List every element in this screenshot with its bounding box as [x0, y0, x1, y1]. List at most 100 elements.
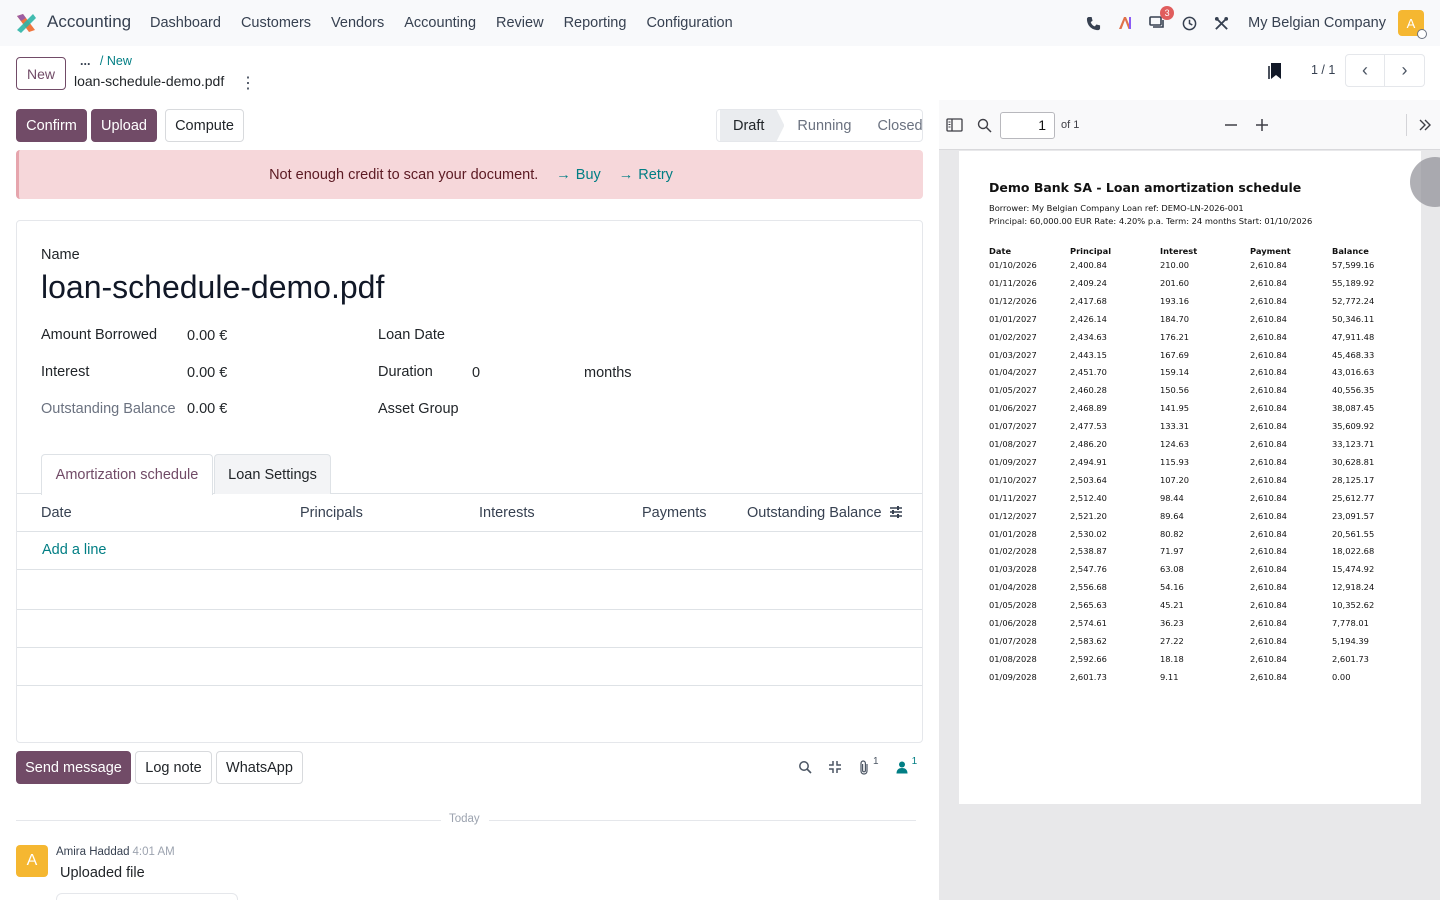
- confirm-button[interactable]: Confirm: [16, 109, 87, 142]
- pdf-table-cell: 01/04/2027: [989, 367, 1037, 378]
- log-note-button[interactable]: Log note: [135, 751, 212, 784]
- column-payments[interactable]: Payments: [642, 505, 706, 521]
- pdf-table-cell: 12,918.24: [1332, 582, 1375, 593]
- name-field[interactable]: loan-schedule-demo.pdf: [41, 269, 384, 306]
- tools-icon[interactable]: [1212, 14, 1230, 32]
- messages-icon[interactable]: 3: [1148, 6, 1175, 32]
- menu-review[interactable]: Review: [496, 15, 544, 31]
- retry-link[interactable]: → Retry: [619, 167, 673, 183]
- amount-borrowed-label: Amount Borrowed: [41, 327, 158, 343]
- compute-button[interactable]: Compute: [165, 109, 244, 142]
- pager-next-button[interactable]: ›: [1385, 54, 1425, 87]
- expand-icon[interactable]: [828, 760, 842, 774]
- amount-borrowed-field[interactable]: 0.00 €: [187, 328, 227, 344]
- pdf-table-row: 01/01/2027 2,426.14 184.70 2,610.84 50,346.1…: [959, 314, 1421, 330]
- add-line-link[interactable]: Add a line: [42, 542, 107, 558]
- pdf-table-cell: 2,610.84: [1250, 439, 1287, 449]
- pdf-table-row: 01/04/2027 2,451.70 159.14 2,610.84 43,016.6…: [959, 367, 1421, 383]
- pager-value[interactable]: 1 / 1: [1311, 63, 1335, 77]
- pdf-column-balance: Balance: [1332, 246, 1369, 256]
- sidebar-toggle-icon[interactable]: [945, 116, 963, 134]
- pdf-table-row: 01/10/2026 2,400.84 210.00 2,610.84 57,599.1…: [959, 260, 1421, 276]
- pdf-table-cell: 55,189.92: [1332, 277, 1375, 288]
- new-button[interactable]: New: [16, 57, 66, 90]
- column-date[interactable]: Date: [41, 505, 72, 521]
- loan-date-field[interactable]: [472, 325, 902, 349]
- activity-clock-icon[interactable]: [1180, 14, 1198, 32]
- interest-label: Interest: [41, 364, 90, 380]
- user-avatar[interactable]: A: [1398, 10, 1427, 39]
- pdf-table-cell: 2,610.84: [1250, 618, 1287, 628]
- app-name[interactable]: Accounting: [47, 12, 131, 32]
- accounting-app-icon[interactable]: [15, 12, 37, 34]
- find-icon[interactable]: [975, 116, 993, 134]
- column-outstanding-balance[interactable]: Outstanding Balance: [747, 505, 882, 521]
- optional-columns-icon[interactable]: [889, 505, 903, 519]
- menu-customers[interactable]: Customers: [241, 15, 311, 31]
- tools-menu-icon[interactable]: [1416, 116, 1434, 134]
- pdf-table-cell: 5,194.39: [1332, 635, 1369, 646]
- pdf-table-cell: 2,477.53: [1070, 421, 1107, 432]
- retry-label: Retry: [638, 166, 673, 183]
- attachments-button[interactable]: 1: [858, 756, 879, 775]
- status-draft[interactable]: Draft: [720, 110, 785, 141]
- pdf-table-cell: 2,574.61: [1070, 618, 1107, 628]
- pdf-table-cell: 2,610.84: [1250, 295, 1287, 306]
- tab-loan-settings[interactable]: Loan Settings: [214, 454, 331, 494]
- user-status-icon: [1417, 29, 1427, 39]
- menu-configuration[interactable]: Configuration: [646, 15, 732, 31]
- pdf-table-cell: 45,468.33: [1332, 349, 1375, 360]
- pdf-table-row: 01/09/2027 2,494.91 115.93 2,610.84 30,628.8…: [959, 457, 1421, 473]
- breadcrumb-current[interactable]: / New: [100, 54, 132, 68]
- pdf-table-cell: 2,494.91: [1070, 456, 1107, 467]
- bookmark-icon[interactable]: [1268, 62, 1284, 80]
- asset-group-field[interactable]: [472, 399, 902, 423]
- arrow-right-icon: →: [618, 166, 634, 183]
- menu-accounting[interactable]: Accounting: [404, 15, 476, 31]
- whatsapp-button[interactable]: WhatsApp: [216, 751, 303, 784]
- pdf-table-row: 01/05/2027 2,460.28 150.56 2,610.84 40,556.3…: [959, 385, 1421, 401]
- record-actions-menu[interactable]: ⋮: [240, 73, 256, 93]
- menu-reporting[interactable]: Reporting: [564, 15, 627, 31]
- pdf-table-cell: 2,610.84: [1250, 403, 1287, 414]
- buy-credits-link[interactable]: → Buy: [556, 167, 601, 183]
- message-attachment[interactable]: [56, 893, 238, 900]
- pager-previous-button[interactable]: ‹: [1345, 54, 1385, 87]
- zoom-in-icon[interactable]: [1253, 116, 1271, 134]
- followers-count: 1: [911, 756, 918, 767]
- pdf-table-cell: 2,610.84: [1250, 492, 1287, 503]
- pdf-table-cell: 01/05/2027: [989, 385, 1037, 396]
- pdf-table-cell: 01/06/2027: [989, 403, 1037, 414]
- pdf-table-cell: 2,592.66: [1070, 653, 1107, 664]
- date-divider-right: [489, 820, 916, 821]
- duration-field[interactable]: 0: [472, 365, 480, 381]
- pdf-table-row: 01/12/2026 2,417.68 193.16 2,610.84 52,772.2…: [959, 296, 1421, 312]
- ai-assistant-icon[interactable]: [1116, 14, 1134, 32]
- pdf-column-date: Date: [989, 246, 1012, 256]
- pdf-table-cell: 2,400.84: [1070, 260, 1107, 270]
- pdf-table-cell: 2,610.84: [1250, 421, 1287, 432]
- status-closed[interactable]: Closed: [864, 110, 935, 141]
- menu-dashboard[interactable]: Dashboard: [150, 15, 221, 31]
- company-switcher[interactable]: My Belgian Company: [1248, 15, 1386, 31]
- author-avatar[interactable]: A: [16, 845, 48, 877]
- search-messages-icon[interactable]: [798, 760, 812, 774]
- menu-vendors[interactable]: Vendors: [331, 15, 384, 31]
- breadcrumb-ellipsis[interactable]: ...: [80, 54, 90, 68]
- phone-icon[interactable]: [1084, 14, 1102, 32]
- status-running[interactable]: Running: [784, 110, 864, 141]
- send-message-button[interactable]: Send message: [16, 751, 131, 784]
- followers-button[interactable]: 1: [895, 756, 917, 774]
- column-principals[interactable]: Principals: [300, 505, 363, 521]
- author-name[interactable]: Amira Haddad: [56, 846, 130, 858]
- record-title: loan-schedule-demo.pdf: [74, 73, 225, 89]
- messages-badge: 3: [1160, 6, 1175, 20]
- pdf-table-row: 01/08/2028 2,592.66 18.18 2,610.84 2,601.73: [959, 654, 1421, 670]
- column-interests[interactable]: Interests: [479, 505, 535, 521]
- zoom-out-icon[interactable]: [1222, 116, 1240, 134]
- interest-field[interactable]: 0.00 €: [187, 365, 227, 381]
- pdf-table-cell: 2,601.73: [1070, 671, 1107, 682]
- upload-button[interactable]: Upload: [91, 109, 157, 142]
- page-number-input[interactable]: 1: [1000, 112, 1055, 139]
- tab-amortization-schedule[interactable]: Amortization schedule: [41, 454, 213, 495]
